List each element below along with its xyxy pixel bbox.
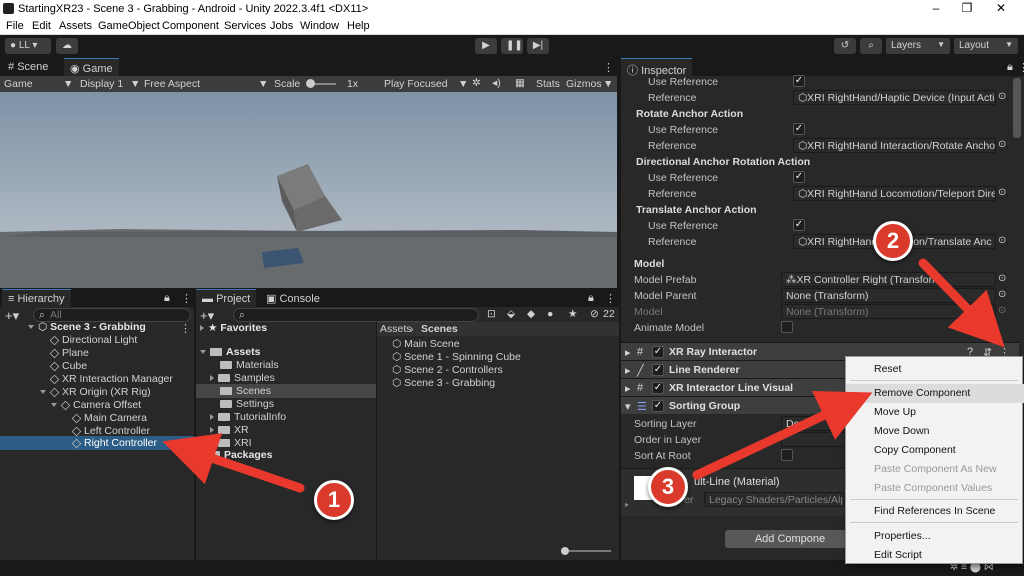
annotation-badge-2: 2 [873,221,913,261]
annotation-badge-1: 1 [314,480,354,520]
annotation-arrows [162,258,1005,493]
arrow-2 [918,258,1005,348]
arrow-3 [692,391,873,480]
annotation-badge-3: 3 [648,467,688,507]
arrow-1 [162,433,305,493]
